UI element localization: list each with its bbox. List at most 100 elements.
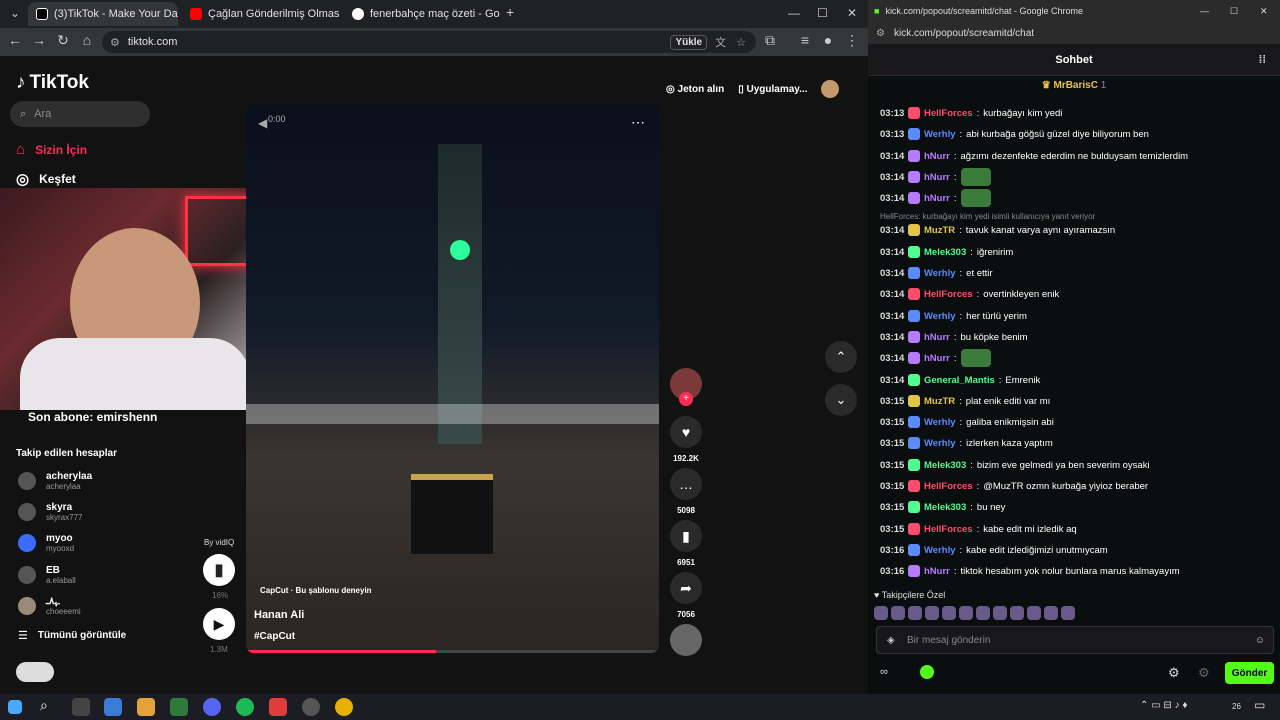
back-icon[interactable]: ← — [5, 32, 25, 48]
spotify-icon[interactable] — [236, 698, 254, 716]
tab-youtube[interactable]: Çağlan Gönderilmiş Olmasını D × — [182, 2, 340, 26]
video-player[interactable]: ◀ 0:00 ⋯ CapCut · Bu şablonu deneyin Han… — [246, 104, 659, 653]
message-username[interactable]: Werhly — [924, 545, 956, 556]
followed-account[interactable]: acherylaa acherylaa — [18, 471, 92, 491]
emote[interactable] — [993, 606, 1007, 620]
discord-icon[interactable] — [203, 698, 221, 716]
message-username[interactable]: HellForces — [924, 481, 973, 492]
message-username[interactable]: hNurr — [924, 332, 950, 343]
video-author[interactable]: Hanan Ali — [254, 609, 304, 621]
mute-icon[interactable]: ◀ — [258, 116, 267, 130]
message-username[interactable]: Werhly — [924, 438, 956, 449]
message-username[interactable]: Werhly — [924, 311, 956, 322]
emote[interactable] — [874, 606, 888, 620]
maximize-icon[interactable]: ☐ — [1230, 6, 1238, 17]
app-icon[interactable] — [269, 698, 287, 716]
close-window-icon[interactable]: ✕ — [1260, 6, 1268, 17]
forward-icon[interactable]: → — [29, 32, 49, 48]
emote[interactable] — [1061, 606, 1075, 620]
emote[interactable] — [959, 606, 973, 620]
extensions-icon[interactable]: ⧉ — [760, 32, 780, 49]
followed-account[interactable]: skyra skyrax777 — [18, 502, 82, 522]
video-hashtag[interactable]: #CapCut — [254, 631, 295, 642]
close-window-icon[interactable]: ✕ — [847, 6, 857, 20]
get-app-button[interactable]: ▯ Uygulamay... — [738, 84, 807, 95]
nav-for-you[interactable]: ⌂ Sizin İçin — [16, 141, 87, 158]
emote[interactable] — [891, 606, 905, 620]
bookmark-star-icon[interactable]: ☆ — [736, 36, 746, 49]
emote[interactable] — [925, 606, 939, 620]
emote[interactable] — [1044, 606, 1058, 620]
extra-gear-icon[interactable]: ⚙ — [1198, 665, 1210, 681]
followed-account[interactable]: ـﮩ٨ـ choeeemi — [18, 596, 81, 616]
comment-action[interactable]: … 5098 — [670, 468, 702, 515]
play-button[interactable]: ▶ — [203, 608, 235, 640]
tray-icons[interactable]: ⌃ ▭ ⊟ ♪ ♦ — [1140, 700, 1187, 711]
media-icon[interactable]: ≡ — [795, 32, 815, 48]
message-username[interactable]: Melek303 — [924, 247, 966, 258]
followed-account[interactable]: EB a.elaball — [18, 565, 76, 585]
next-video-button[interactable]: ⌄ — [825, 384, 857, 416]
tiktok-logo[interactable]: ♪ TikTok — [16, 72, 89, 94]
message-username[interactable]: hNurr — [924, 353, 950, 364]
sound-disc[interactable] — [670, 624, 702, 656]
message-username[interactable]: hNurr — [924, 172, 950, 183]
save-action[interactable]: ▮ 6951 — [670, 520, 702, 567]
extension-badge[interactable] — [16, 662, 54, 682]
chrome-icon[interactable] — [335, 698, 353, 716]
tab-search-icon[interactable]: ⌄ — [10, 6, 20, 20]
calculator-icon[interactable] — [170, 698, 188, 716]
emote[interactable] — [976, 606, 990, 620]
profile-avatar-icon[interactable]: ● — [818, 32, 838, 48]
emote[interactable] — [1010, 606, 1024, 620]
notifications-icon[interactable]: ▭ — [1254, 698, 1265, 712]
obs-icon[interactable] — [302, 698, 320, 716]
task-view-icon[interactable] — [72, 698, 90, 716]
message-username[interactable]: HellForces — [924, 524, 973, 535]
pinned-gifter[interactable]: ♛ MrBarisC 1 — [868, 80, 1280, 91]
message-username[interactable]: HellForces — [924, 108, 973, 119]
message-username[interactable]: Melek303 — [924, 460, 966, 471]
message-username[interactable]: hNurr — [924, 566, 950, 577]
kick-logo-icon[interactable] — [920, 665, 934, 679]
see-all-link[interactable]: ☰ Tümünü görüntüle — [18, 629, 126, 642]
message-username[interactable]: Melek303 — [924, 502, 966, 513]
reload-icon[interactable]: ↻ — [53, 32, 73, 49]
maximize-icon[interactable]: ☐ — [817, 6, 828, 20]
url-field[interactable]: ⚙ tiktok.com Yükle 文 ☆ — [102, 31, 756, 53]
windows-start-icon[interactable] — [8, 700, 22, 714]
capcut-link[interactable]: CapCut · Bu şablonu deneyin — [260, 586, 372, 595]
progress-track[interactable] — [246, 650, 659, 653]
folder-icon[interactable] — [137, 698, 155, 716]
emote[interactable] — [942, 606, 956, 620]
message-username[interactable]: MuzTR — [924, 396, 955, 407]
tab-google[interactable]: fenerbahçe maç özeti - Google × — [344, 2, 500, 26]
emote[interactable] — [908, 606, 922, 620]
kick-url-bar[interactable]: ⚙ kick.com/popout/screamitd/chat — [868, 22, 1280, 44]
minimize-icon[interactable]: — — [1200, 6, 1209, 16]
previous-video-button[interactable]: ⌃ — [825, 341, 857, 373]
minimize-icon[interactable]: — — [788, 6, 800, 20]
message-username[interactable]: General_Mantis — [924, 375, 995, 386]
settings-gear-icon[interactable]: ⚙ — [1168, 665, 1180, 681]
search-icon[interactable]: ⌕ — [40, 697, 58, 715]
author-avatar[interactable]: + — [670, 368, 702, 406]
message-username[interactable]: hNurr — [924, 193, 950, 204]
site-info-icon[interactable]: ⚙ — [110, 36, 120, 49]
nav-explore[interactable]: ◎ Keşfet — [16, 170, 76, 188]
coins-button[interactable]: ◎ Jeton alın — [666, 84, 724, 95]
store-icon[interactable] — [104, 698, 122, 716]
message-username[interactable]: Werhly — [924, 417, 956, 428]
send-button[interactable]: Gönder — [1225, 662, 1274, 684]
chat-message-input[interactable]: ◈ Bir mesaj gönderin ☺ — [876, 626, 1274, 654]
message-username[interactable]: Werhly — [924, 268, 956, 279]
new-tab-icon[interactable]: + — [506, 4, 514, 20]
site-info-icon[interactable]: ⚙ — [876, 28, 885, 39]
emote[interactable] — [1027, 606, 1041, 620]
more-options-icon[interactable]: ⋯ — [631, 114, 645, 131]
points-icon[interactable]: ∞ — [880, 666, 888, 678]
home-icon[interactable]: ⌂ — [77, 32, 97, 48]
user-avatar[interactable] — [821, 80, 840, 98]
users-icon[interactable]: ⁞⁞ — [1259, 54, 1266, 66]
message-username[interactable]: HellForces — [924, 289, 973, 300]
